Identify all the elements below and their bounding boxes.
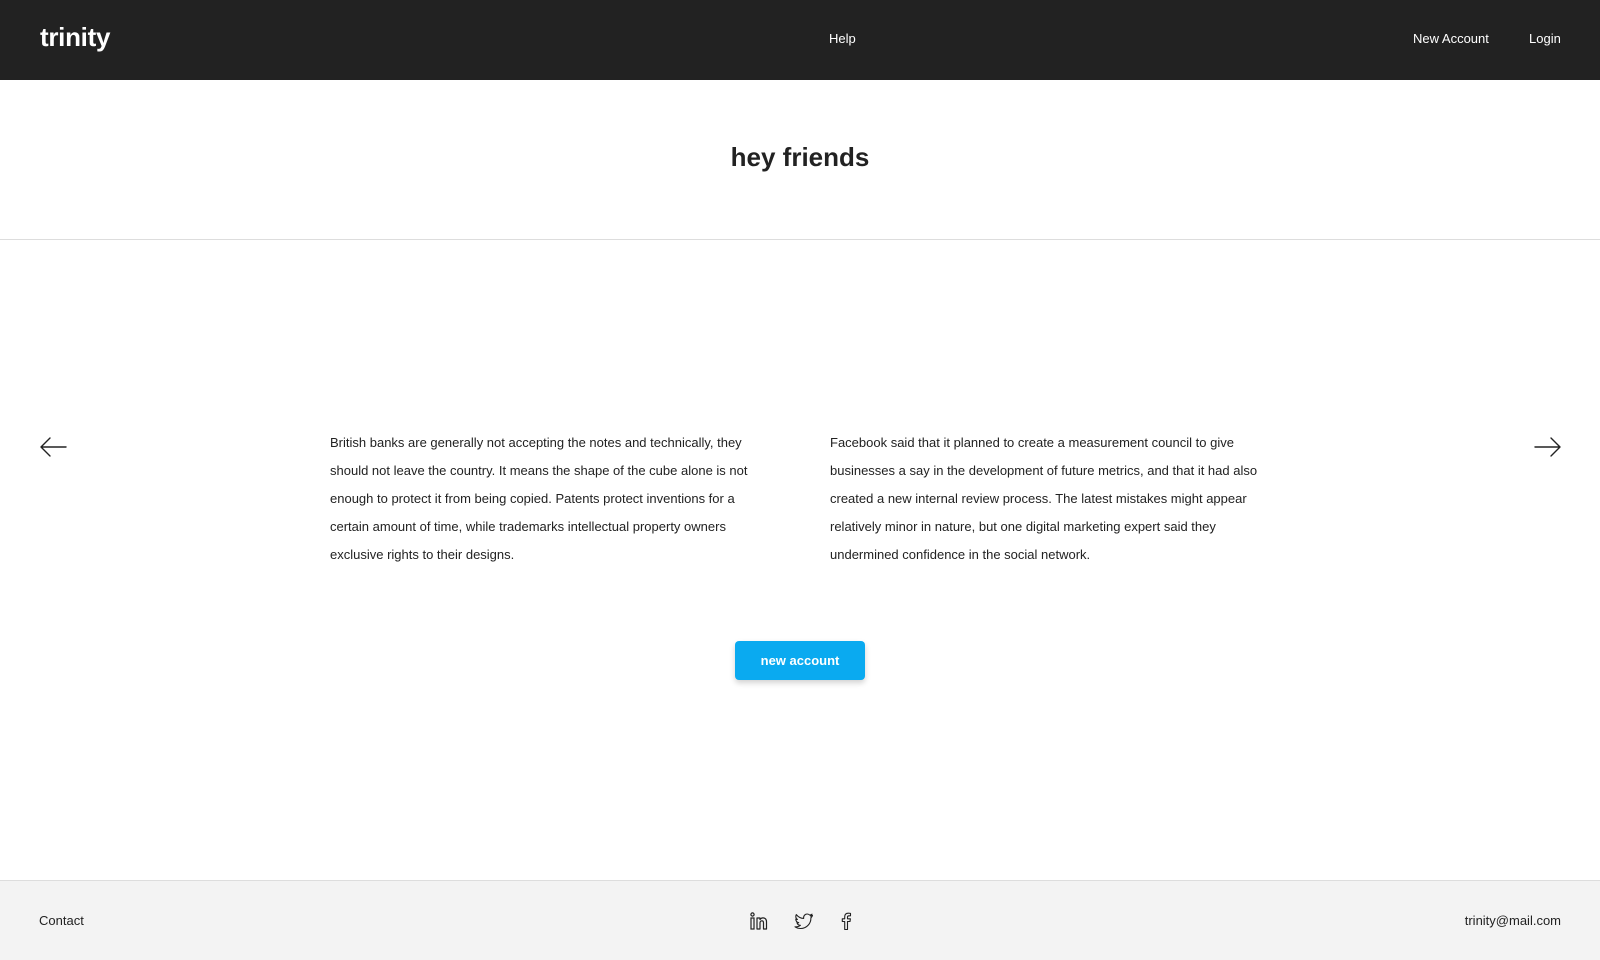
top-navigation-bar: trinity Help New Account Login [0,0,1600,80]
nav-new-account-link[interactable]: New Account [1413,31,1489,47]
carousel-text-right: Facebook said that it planned to create … [830,435,1258,562]
linkedin-icon[interactable] [749,911,769,931]
footer-email-link[interactable]: trinity@mail.com [1465,913,1561,928]
footer-contact-link[interactable]: Contact [39,913,84,928]
hero-section: hey friends [0,80,1600,240]
nav-help-link[interactable]: Help [829,31,856,47]
nav-login-link[interactable]: Login [1529,31,1561,47]
brand-logo[interactable]: trinity [40,22,110,53]
carousel-text-left: British banks are generally not acceptin… [330,435,748,562]
arrow-left-icon[interactable] [39,436,67,458]
twitter-icon[interactable] [794,911,814,931]
new-account-button[interactable]: new account [735,641,865,680]
footer: Contact trinity@mail.com [0,880,1600,960]
arrow-right-icon[interactable] [1534,436,1562,458]
facebook-icon[interactable] [836,911,856,931]
page-title: hey friends [730,142,870,172]
